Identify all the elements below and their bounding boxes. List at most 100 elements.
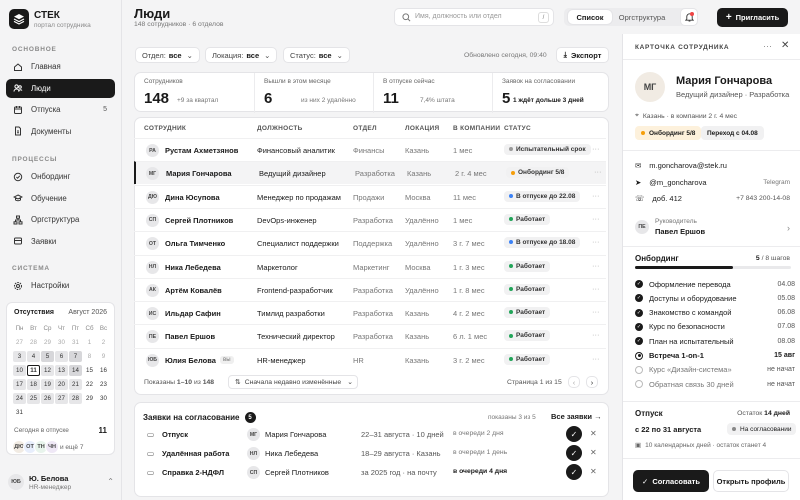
sidebar-item-proc-1[interactable]: Обучение [6, 189, 115, 208]
more-icon[interactable]: ··· [763, 41, 772, 51]
sidebar-item-sys-0[interactable]: Настройки [6, 276, 115, 295]
calendar-day[interactable]: 29 [83, 393, 96, 404]
current-user[interactable]: ЮБ Ю. Белова HR-менеджер ⌃ [6, 472, 118, 492]
sidebar-item-proc-3[interactable]: Заявки [6, 232, 115, 251]
calendar-day[interactable]: 15 [83, 365, 96, 376]
table-row[interactable]: ДЮ Дина Юсупова Менеджер по продажам Про… [134, 184, 606, 208]
row-menu-icon[interactable]: ··· [592, 191, 600, 200]
sidebar-item-main-1[interactable]: Люди [6, 78, 115, 98]
manager-name[interactable]: Павел Ершов [655, 227, 705, 236]
sidebar-item-main-0[interactable]: Главная [6, 57, 115, 76]
checklist-item[interactable]: Обратная связь 30 дней не начат [635, 377, 795, 391]
request-row[interactable]: ▭ Справка 2-НДФЛ СП Сергей Плотников за … [143, 464, 623, 482]
view-org-button[interactable]: Оргструктура [614, 10, 670, 24]
column-header[interactable]: СТАТУС [504, 125, 531, 132]
calendar-day[interactable]: 12 [41, 365, 54, 376]
calendar-day[interactable]: 27 [55, 393, 68, 404]
calendar-day[interactable]: 24 [13, 393, 26, 404]
approve-request-button[interactable]: ✓ [566, 445, 582, 461]
table-row[interactable]: ПЕ Павел Ершов Технический директор Разр… [134, 324, 606, 347]
calendar-day[interactable]: 30 [55, 337, 68, 348]
checklist-item[interactable]: ✓ План на испытательный 08.08 [635, 334, 795, 348]
logo[interactable] [9, 9, 29, 29]
calendar-day[interactable]: 9 [97, 351, 110, 362]
filter-location[interactable]: Локация: все ⌄ [205, 47, 278, 63]
approve-request-button[interactable]: ✓ [566, 426, 582, 442]
sidebar-item-main-2[interactable]: Отпуска 5 [6, 100, 115, 119]
email-link[interactable]: ✉ m.goncharova@stek.ru [635, 161, 727, 170]
close-icon[interactable]: ✕ [781, 40, 789, 51]
row-menu-icon[interactable]: ··· [594, 167, 602, 176]
calendar-day[interactable]: 22 [83, 379, 96, 390]
reject-request-button[interactable]: ✕ [590, 467, 597, 476]
absent-avatars[interactable]: ДЮ ОТ ТН ЧН и ещё 7 [12, 440, 83, 454]
request-row[interactable]: ▭ Удалённая работа НЛ Ника Лебедева 18–2… [143, 445, 623, 463]
reject-request-button[interactable]: ✕ [590, 429, 597, 438]
checklist-item[interactable]: ✓ Курс по безопасности 07.08 [635, 320, 795, 334]
calendar-day[interactable]: 2 [97, 337, 110, 348]
table-row[interactable]: СП Сергей Плотников DevOps-инженер Разра… [134, 207, 606, 231]
calendar-day[interactable]: 29 [41, 337, 54, 348]
prev-page-button[interactable]: ‹ [568, 376, 580, 388]
calendar-day[interactable]: 31 [69, 337, 82, 348]
checklist-item[interactable]: ✓ Знакомство с командой 06.08 [635, 306, 795, 320]
calendar-day[interactable]: 6 [55, 351, 68, 362]
notifications-button[interactable] [680, 8, 698, 26]
all-requests-link[interactable]: Все заявки → [551, 412, 602, 421]
phone-number[interactable]: +7 843 200-14-08 [736, 195, 790, 202]
row-menu-icon[interactable]: ··· [592, 354, 600, 363]
filter-status[interactable]: Статус: все ⌄ [283, 47, 350, 63]
calendar-day[interactable]: 16 [97, 365, 110, 376]
checklist-item[interactable]: Встреча 1-on-1 15 авг [635, 349, 795, 363]
checklist-item[interactable]: ✓ Оформление перевода 04.08 [635, 277, 795, 291]
row-menu-icon[interactable]: ··· [592, 144, 600, 153]
table-row[interactable]: ИС Ильдар Сафин Тимлид разработки Разраб… [134, 301, 606, 324]
table-row[interactable]: РА Рустам Ахметзянов Финансовый аналитик… [134, 138, 606, 161]
calendar-day[interactable]: 20 [55, 379, 68, 390]
calendar-day[interactable]: 30 [97, 393, 110, 404]
calendar-day[interactable]: 23 [97, 379, 110, 390]
open-profile-button[interactable]: Открыть профиль [713, 470, 789, 492]
row-menu-icon[interactable]: ··· [592, 307, 600, 316]
row-menu-icon[interactable]: ··· [592, 330, 600, 339]
calendar-day[interactable]: 18 [27, 379, 40, 390]
calendar-day[interactable]: 5 [41, 351, 54, 362]
invite-button[interactable]: + Пригласить [717, 8, 788, 27]
approve-request-button[interactable]: ✓ [566, 464, 582, 480]
calendar-month[interactable]: Август 2026 [68, 309, 107, 316]
sidebar-item-main-3[interactable]: Документы [6, 122, 115, 141]
calendar-day[interactable]: 11 [27, 365, 40, 376]
column-header[interactable]: СОТРУДНИК [144, 125, 186, 132]
column-header[interactable]: ОТДЕЛ [353, 125, 377, 132]
calendar-day[interactable]: 26 [41, 393, 54, 404]
row-menu-icon[interactable]: ··· [592, 237, 600, 246]
calendar-day[interactable]: 8 [83, 351, 96, 362]
calendar-day[interactable]: 7 [69, 351, 82, 362]
calendar-day[interactable]: 28 [27, 337, 40, 348]
search-input[interactable]: Имя, должность или отдел / [394, 8, 554, 26]
row-menu-icon[interactable]: ··· [592, 284, 600, 293]
sort-select[interactable]: ⇅ Сначала недавно изменённые ⌄ [228, 375, 358, 389]
calendar-day[interactable]: 31 [13, 407, 26, 418]
sidebar-item-proc-2[interactable]: Оргструктура [6, 210, 115, 229]
checklist-item[interactable]: Курс «Дизайн-система» не начат [635, 363, 795, 377]
view-list-button[interactable]: Список [568, 10, 612, 24]
checklist-item[interactable]: ✓ Доступы и оборудование 05.08 [635, 291, 795, 305]
calendar-day[interactable]: 3 [13, 351, 26, 362]
table-row[interactable]: АК Артём Ковалёв Frontend-разработчик Ра… [134, 277, 606, 301]
request-row[interactable]: ▭ Отпуск МГ Мария Гончарова 22–31 август… [143, 426, 623, 444]
calendar-day[interactable]: 10 [13, 365, 26, 376]
export-button[interactable]: ⤓ Экспорт [556, 47, 609, 63]
calendar-day[interactable]: 17 [13, 379, 26, 390]
table-row[interactable]: НЛ Ника Лебедева Маркетолог Маркетинг Мо… [134, 254, 606, 278]
table-row[interactable]: ОТ Ольга Тимченко Специалист поддержки П… [134, 231, 606, 254]
next-page-button[interactable]: › [586, 376, 598, 388]
calendar-day[interactable]: 25 [27, 393, 40, 404]
calendar-day[interactable]: 4 [27, 351, 40, 362]
chevron-right-icon[interactable]: › [787, 223, 790, 233]
row-menu-icon[interactable]: ··· [592, 261, 600, 270]
table-row[interactable]: МГ Мария Гончарова Ведущий дизайнер Разр… [134, 161, 606, 185]
reject-request-button[interactable]: ✕ [590, 448, 597, 457]
filter-department[interactable]: Отдел: все ⌄ [135, 47, 200, 63]
approve-button[interactable]: ✓ Согласовать [633, 470, 709, 492]
